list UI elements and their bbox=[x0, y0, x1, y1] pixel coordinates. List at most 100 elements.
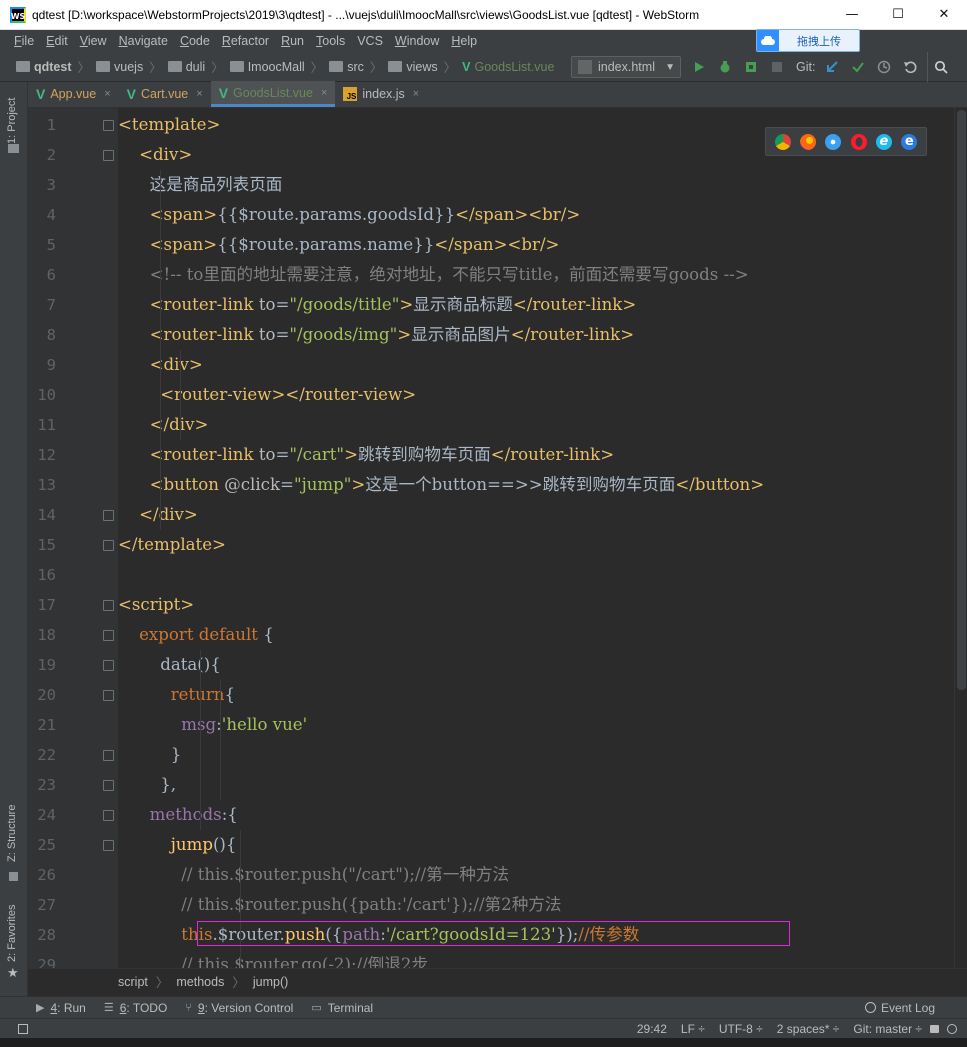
menu-item[interactable]: Code bbox=[174, 34, 216, 48]
code-line[interactable]: <router-link to="/goods/img">显示商品图片</rou… bbox=[118, 320, 635, 350]
close-tab-icon[interactable]: × bbox=[321, 87, 327, 99]
coverage-icon[interactable] bbox=[738, 52, 764, 82]
breadcrumb-item[interactable]: qdtest 〉 bbox=[16, 57, 90, 76]
editor-tab[interactable]: V Cart.vue × bbox=[119, 81, 211, 107]
code-line[interactable]: </div> bbox=[118, 410, 209, 440]
scrollbar-thumb[interactable] bbox=[957, 110, 966, 690]
editor-tab[interactable]: V GoodsList.vue × bbox=[210, 81, 336, 107]
code-line[interactable]: <script> bbox=[118, 590, 194, 620]
line-separator[interactable]: LF ÷ bbox=[681, 1022, 705, 1036]
fold-marker-icon[interactable] bbox=[103, 780, 114, 791]
code-line[interactable]: export default { bbox=[118, 620, 274, 650]
breadcrumb-item[interactable]: ImoocMall 〉 bbox=[229, 57, 323, 76]
run-icon[interactable] bbox=[686, 52, 712, 82]
tool-window-button[interactable]: ☰ 6: TODO bbox=[104, 1001, 167, 1015]
opera-icon[interactable] bbox=[850, 133, 867, 150]
code-line[interactable]: <div> bbox=[118, 140, 192, 170]
editor-scrollbar[interactable] bbox=[954, 108, 967, 968]
code-line[interactable]: <template> bbox=[118, 110, 220, 140]
edge-icon[interactable]: e bbox=[901, 133, 918, 150]
code-line[interactable]: <router-view></router-view> bbox=[118, 380, 416, 410]
code-editor[interactable]: 1 <template> 2 <div> 3 这是商品列表页面 4 <span>{{$r… bbox=[0, 108, 954, 968]
code-line[interactable]: data(){ bbox=[118, 650, 221, 680]
code-line[interactable]: <!-- to里面的地址需要注意，绝对地址，不能只写title，前面还需要写go… bbox=[118, 260, 749, 290]
code-line[interactable]: <button @click="jump">这是一个button==>>跳转到购… bbox=[118, 470, 764, 500]
tool-window-button[interactable]: ▭ Terminal bbox=[311, 1001, 373, 1015]
fold-marker-icon[interactable] bbox=[103, 600, 114, 611]
stop-icon[interactable] bbox=[764, 52, 790, 82]
code-line[interactable]: </template> bbox=[118, 530, 226, 560]
code-line[interactable]: }, bbox=[118, 770, 176, 800]
code-line[interactable]: } bbox=[118, 740, 182, 770]
menu-item[interactable]: Run bbox=[275, 34, 310, 48]
chrome-icon[interactable] bbox=[774, 133, 791, 150]
code-line[interactable]: 这是商品列表页面 bbox=[118, 170, 283, 200]
firefox-icon[interactable] bbox=[799, 133, 816, 150]
fold-marker-icon[interactable] bbox=[103, 660, 114, 671]
menu-item[interactable]: Refactor bbox=[216, 34, 275, 48]
menu-item[interactable]: VCS bbox=[351, 34, 389, 48]
fold-marker-icon[interactable] bbox=[103, 540, 114, 551]
code-line[interactable]: <router-link to="/goods/title">显示商品标题</r… bbox=[118, 290, 637, 320]
fold-marker-icon[interactable] bbox=[103, 750, 114, 761]
git-commit-icon[interactable] bbox=[845, 52, 871, 82]
code-line[interactable]: // this.$router.push("/cart");//第一种方法 bbox=[118, 860, 509, 890]
file-encoding[interactable]: UTF-8 ÷ bbox=[719, 1022, 763, 1036]
caret-position[interactable]: 29:42 bbox=[637, 1022, 667, 1036]
fold-marker-icon[interactable] bbox=[103, 840, 114, 851]
breadcrumb-item[interactable]: duli 〉 bbox=[167, 57, 224, 76]
close-button[interactable]: ✕ bbox=[921, 0, 967, 30]
menu-item[interactable]: Navigate bbox=[113, 34, 174, 48]
tool-window-button[interactable]: ⑂ 9: Version Control bbox=[185, 1001, 293, 1015]
fold-marker-icon[interactable] bbox=[103, 510, 114, 521]
git-revert-icon[interactable] bbox=[897, 52, 923, 82]
breadcrumb-item[interactable]: V GoodsList.vue bbox=[462, 60, 554, 74]
code-line[interactable]: <span>{{$route.params.goodsId}}</span><b… bbox=[118, 200, 581, 230]
run-config-select[interactable]: index.html ▼ bbox=[571, 56, 681, 78]
editor-breadcrumb-item[interactable]: jump() bbox=[253, 975, 288, 989]
internet-explorer-icon[interactable]: e bbox=[875, 133, 892, 150]
editor-tab[interactable]: V App.vue × bbox=[28, 81, 119, 107]
breadcrumb-item[interactable]: vuejs 〉 bbox=[96, 57, 162, 76]
breadcrumb-item[interactable]: views 〉 bbox=[388, 57, 456, 76]
editor-tab[interactable]: JS index.js × bbox=[335, 81, 427, 107]
fold-marker-icon[interactable] bbox=[103, 630, 114, 641]
git-update-icon[interactable] bbox=[819, 52, 845, 82]
git-history-icon[interactable] bbox=[871, 52, 897, 82]
breadcrumb-item[interactable]: src 〉 bbox=[329, 57, 382, 76]
editor-breadcrumb-item[interactable]: methods bbox=[176, 975, 224, 989]
menu-item[interactable]: File bbox=[8, 34, 40, 48]
minimize-button[interactable]: — bbox=[829, 0, 875, 30]
close-tab-icon[interactable]: × bbox=[104, 88, 110, 100]
code-line[interactable]: <span>{{$route.params.name}}</span><br/> bbox=[118, 230, 560, 260]
tool-window-button[interactable]: ▶ 4: Run bbox=[36, 1001, 86, 1015]
menu-item[interactable]: Tools bbox=[310, 34, 351, 48]
fold-marker-icon[interactable] bbox=[103, 810, 114, 821]
inspector-icon[interactable] bbox=[947, 1023, 957, 1034]
lock-icon[interactable] bbox=[930, 1024, 939, 1033]
editor-breadcrumb-item[interactable]: script bbox=[118, 975, 148, 989]
fold-marker-icon[interactable] bbox=[103, 150, 114, 161]
code-line[interactable]: // this.$router.go(-2);//倒退2步 bbox=[118, 950, 428, 968]
menu-item[interactable]: View bbox=[74, 34, 113, 48]
code-line[interactable]: </div> bbox=[118, 500, 198, 530]
vcs-branch[interactable]: Git: master ÷ bbox=[853, 1022, 922, 1036]
status-layout-icon[interactable] bbox=[18, 1023, 28, 1034]
code-line[interactable]: jump(){ bbox=[118, 830, 237, 860]
indent-setting[interactable]: 2 spaces* ÷ bbox=[777, 1022, 840, 1036]
code-line[interactable]: methods:{ bbox=[118, 800, 238, 830]
code-line[interactable]: return{ bbox=[118, 680, 235, 710]
maximize-button[interactable]: ☐ bbox=[875, 0, 921, 30]
close-tab-icon[interactable]: × bbox=[196, 88, 202, 100]
event-log-button[interactable]: Event Log bbox=[864, 1001, 935, 1015]
fold-marker-icon[interactable] bbox=[103, 690, 114, 701]
code-line[interactable]: // this.$router.push({path:'/cart'});//第… bbox=[118, 890, 561, 920]
menu-item[interactable]: Help bbox=[445, 34, 483, 48]
safari-icon[interactable] bbox=[825, 133, 842, 150]
code-line[interactable]: msg:'hello vue' bbox=[118, 710, 307, 740]
search-icon[interactable] bbox=[927, 52, 953, 82]
upload-widget[interactable]: 拖拽上传 bbox=[756, 29, 860, 52]
code-line[interactable]: <router-link to="/cart">跳转到购物车页面</router… bbox=[118, 440, 614, 470]
debug-icon[interactable] bbox=[712, 52, 738, 82]
close-tab-icon[interactable]: × bbox=[413, 88, 419, 100]
